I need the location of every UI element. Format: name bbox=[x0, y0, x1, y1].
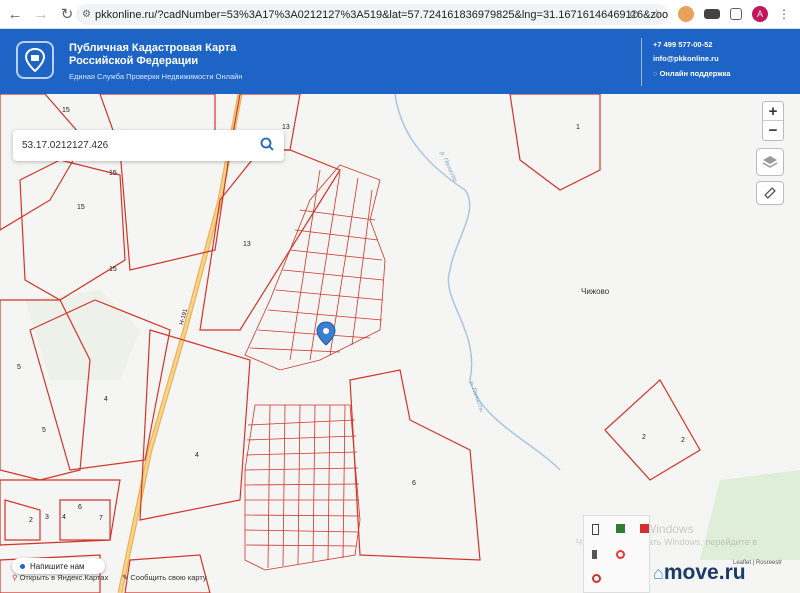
layers-button[interactable] bbox=[756, 148, 784, 176]
app-icon[interactable] bbox=[640, 524, 649, 533]
url-text: pkkonline.ru/?cadNumber=53%3A17%3A021212… bbox=[94, 8, 668, 21]
email-link[interactable]: info@pkkonline.ru bbox=[653, 54, 719, 63]
browser-toolbar: ← → ↻ ⚙ pkkonline.ru/?cadNumber=53%3A17%… bbox=[0, 0, 800, 29]
extension-icon[interactable] bbox=[704, 9, 720, 19]
back-icon[interactable]: ← bbox=[4, 3, 26, 25]
parcel-label: 4 bbox=[104, 396, 108, 403]
support-label: Онлайн поддержка bbox=[659, 69, 731, 78]
search-icon[interactable] bbox=[260, 137, 274, 156]
ruler-button[interactable] bbox=[756, 181, 784, 205]
usb-icon[interactable] bbox=[592, 524, 599, 535]
parcel-label: 4 bbox=[195, 452, 199, 459]
phone-link[interactable]: +7 499 577-00-52 bbox=[653, 40, 712, 49]
map-attribution[interactable]: Leaflet | Rosreestr bbox=[733, 560, 782, 566]
search-input[interactable] bbox=[22, 140, 242, 151]
yandex-link-label: Открыть в Яндекс.Картах bbox=[19, 573, 109, 582]
parcel-label: 15 bbox=[77, 204, 85, 211]
parcel-label: 13 bbox=[243, 241, 251, 248]
eye-off-icon[interactable]: ⊘ bbox=[629, 7, 639, 21]
map-canvas[interactable] bbox=[0, 94, 800, 593]
parcel-label: 2 bbox=[681, 437, 685, 444]
site-header: Публичная Кадастровая Карта Российской Ф… bbox=[0, 29, 800, 94]
parcel-label: 7 bbox=[99, 515, 103, 522]
support-link[interactable]: ◌ Онлайн поддержка bbox=[653, 69, 731, 78]
report-link-label: Сообщить свою карту bbox=[130, 573, 207, 582]
pin-icon: ⚲ bbox=[12, 573, 18, 582]
parcel-label: 3 bbox=[45, 514, 49, 521]
parcel-label: 5 bbox=[42, 427, 46, 434]
zoom-control: + − bbox=[762, 101, 784, 141]
cadastral-map[interactable]: 15 15 15 15 13 13 1 5 4 4 5 6 2 2 2 3 4 … bbox=[0, 94, 800, 593]
parcel-label: 13 bbox=[282, 124, 290, 131]
parcel-label: 2 bbox=[29, 517, 33, 524]
parcel-label: 15 bbox=[109, 170, 117, 177]
chat-label: Напишите нам bbox=[30, 561, 85, 571]
chat-status-icon bbox=[20, 563, 25, 569]
app-icon[interactable] bbox=[592, 574, 601, 583]
layers-icon bbox=[762, 156, 778, 168]
cadastral-search[interactable] bbox=[13, 130, 284, 161]
logo-icon[interactable] bbox=[16, 41, 54, 79]
ruler-icon bbox=[764, 187, 776, 199]
village-label: Чижово bbox=[581, 287, 610, 296]
reload-icon[interactable]: ↻ bbox=[56, 3, 78, 25]
parcel-label: 5 bbox=[17, 364, 21, 371]
chat-icon: ◌ bbox=[653, 69, 658, 78]
parcel-label: 15 bbox=[109, 266, 117, 273]
site-info-icon[interactable]: ⚙ bbox=[82, 9, 91, 20]
parcel-label: 15 bbox=[62, 107, 70, 114]
zoom-in-button[interactable]: + bbox=[763, 102, 783, 121]
extension-icon[interactable] bbox=[678, 6, 694, 22]
address-bar[interactable]: ⚙ pkkonline.ru/?cadNumber=53%3A17%3A0212… bbox=[76, 4, 668, 25]
bookmark-star-icon[interactable]: ☆ bbox=[651, 7, 662, 21]
profile-avatar[interactable]: A bbox=[752, 6, 768, 22]
parcel-label: 4 bbox=[62, 514, 66, 521]
site-title-line1: Публичная Кадастровая Карта bbox=[69, 42, 237, 54]
extensions-puzzle-icon[interactable] bbox=[730, 8, 742, 20]
report-link[interactable]: ✎ Сообщить свою карту bbox=[122, 573, 207, 582]
site-subtitle: Единая Служба Проверки Недвижимости Онла… bbox=[69, 72, 243, 81]
zoom-out-button[interactable]: − bbox=[763, 121, 783, 140]
parcel-label: 6 bbox=[78, 504, 82, 511]
house-icon: ⌂ bbox=[653, 563, 664, 583]
yandex-link[interactable]: ⚲ Открыть в Яндекс.Картах bbox=[12, 573, 108, 582]
menu-icon[interactable]: ⋮ bbox=[778, 7, 790, 21]
volume-icon[interactable] bbox=[592, 550, 601, 559]
parcel-label: 2 bbox=[642, 434, 646, 441]
site-title: Публичная Кадастровая Карта Российской Ф… bbox=[69, 42, 236, 68]
app-icon[interactable] bbox=[616, 524, 625, 533]
parcel-label: 6 bbox=[412, 480, 416, 487]
parcel-label: 1 bbox=[576, 124, 580, 131]
header-divider bbox=[641, 38, 642, 86]
system-tray-popup bbox=[583, 515, 650, 593]
map-footer: ⚲ Открыть в Яндекс.Картах ✎ Сообщить сво… bbox=[0, 571, 400, 583]
forward-icon[interactable]: → bbox=[30, 3, 52, 25]
edit-icon: ✎ bbox=[122, 573, 129, 582]
opera-icon[interactable] bbox=[616, 550, 625, 559]
move-ru-logo: ⌂move.ru bbox=[653, 561, 746, 585]
site-title-line2: Российской Федерации bbox=[69, 55, 199, 67]
